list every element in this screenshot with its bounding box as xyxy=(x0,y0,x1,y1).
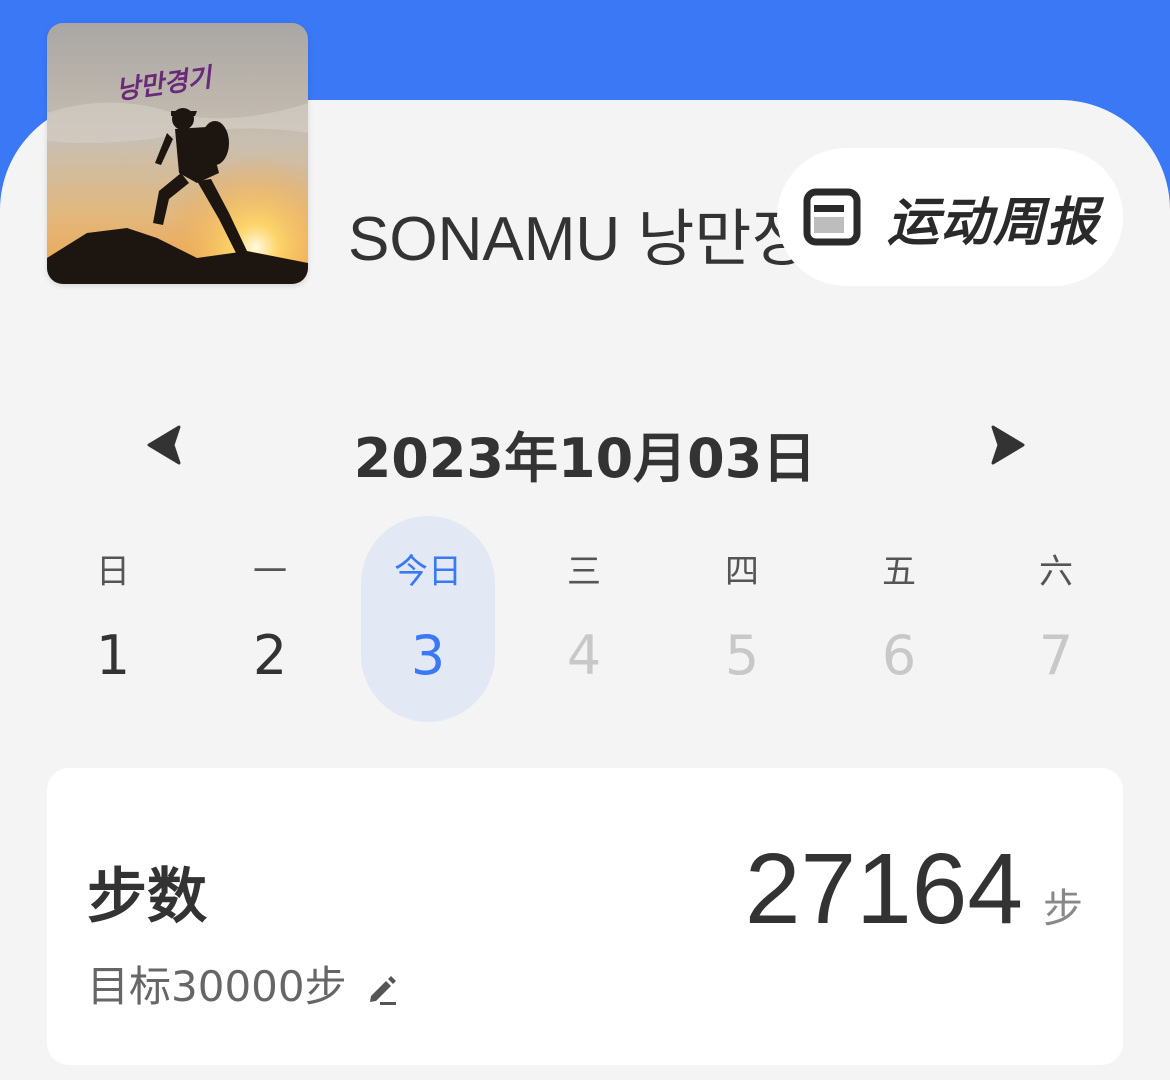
day-number: 5 xyxy=(724,624,760,687)
weekday-label: 六 xyxy=(1039,552,1073,592)
weekly-report-label: 运动周报 xyxy=(887,192,1100,253)
weekly-report-button[interactable]: 运动周报 xyxy=(777,148,1123,286)
weekday-label: 一 xyxy=(253,552,287,592)
weekday-label: 三 xyxy=(567,552,601,592)
weekday-label: 四 xyxy=(725,552,759,592)
avatar-image: 낭만경기 xyxy=(47,23,308,284)
day-number: 1 xyxy=(95,624,131,687)
day-number: 6 xyxy=(881,624,917,687)
weekday-label: 五 xyxy=(882,552,916,592)
day-7[interactable]: 六 7 xyxy=(989,516,1123,722)
day-number: 7 xyxy=(1038,624,1074,687)
day-number: 3 xyxy=(410,624,446,687)
username: SONAMU 낭만정 xyxy=(348,205,808,274)
steps-goal-text: 目标30000步 xyxy=(87,962,347,1011)
week-strip: 日 1 一 2 今日 3 三 4 四 5 五 6 六 7 xyxy=(35,516,1135,722)
weekday-label: 今日 xyxy=(394,552,462,592)
day-3-today[interactable]: 今日 3 xyxy=(361,516,495,722)
weekday-label: 日 xyxy=(96,552,130,592)
day-1[interactable]: 日 1 xyxy=(46,516,180,722)
pencil-icon[interactable] xyxy=(365,972,399,1006)
date-title: 2023年10月03日 xyxy=(353,427,817,490)
steps-unit: 步 xyxy=(1043,886,1083,932)
day-5[interactable]: 四 5 xyxy=(675,516,809,722)
day-number: 2 xyxy=(252,624,288,687)
steps-card[interactable]: 步数 目标30000步 27164 步 xyxy=(47,768,1123,1065)
day-4[interactable]: 三 4 xyxy=(517,516,651,722)
steps-value: 27164 xyxy=(744,833,1023,945)
document-icon xyxy=(803,188,861,246)
avatar[interactable]: 낭만경기 xyxy=(47,23,308,284)
day-6[interactable]: 五 6 xyxy=(832,516,966,722)
day-2[interactable]: 一 2 xyxy=(203,516,337,722)
steps-title: 步数 xyxy=(87,862,207,932)
caret-right-icon[interactable] xyxy=(988,423,1028,467)
day-number: 4 xyxy=(566,624,602,687)
caret-left-icon[interactable] xyxy=(144,423,184,467)
steps-goal[interactable]: 目标30000步 xyxy=(87,953,399,1014)
